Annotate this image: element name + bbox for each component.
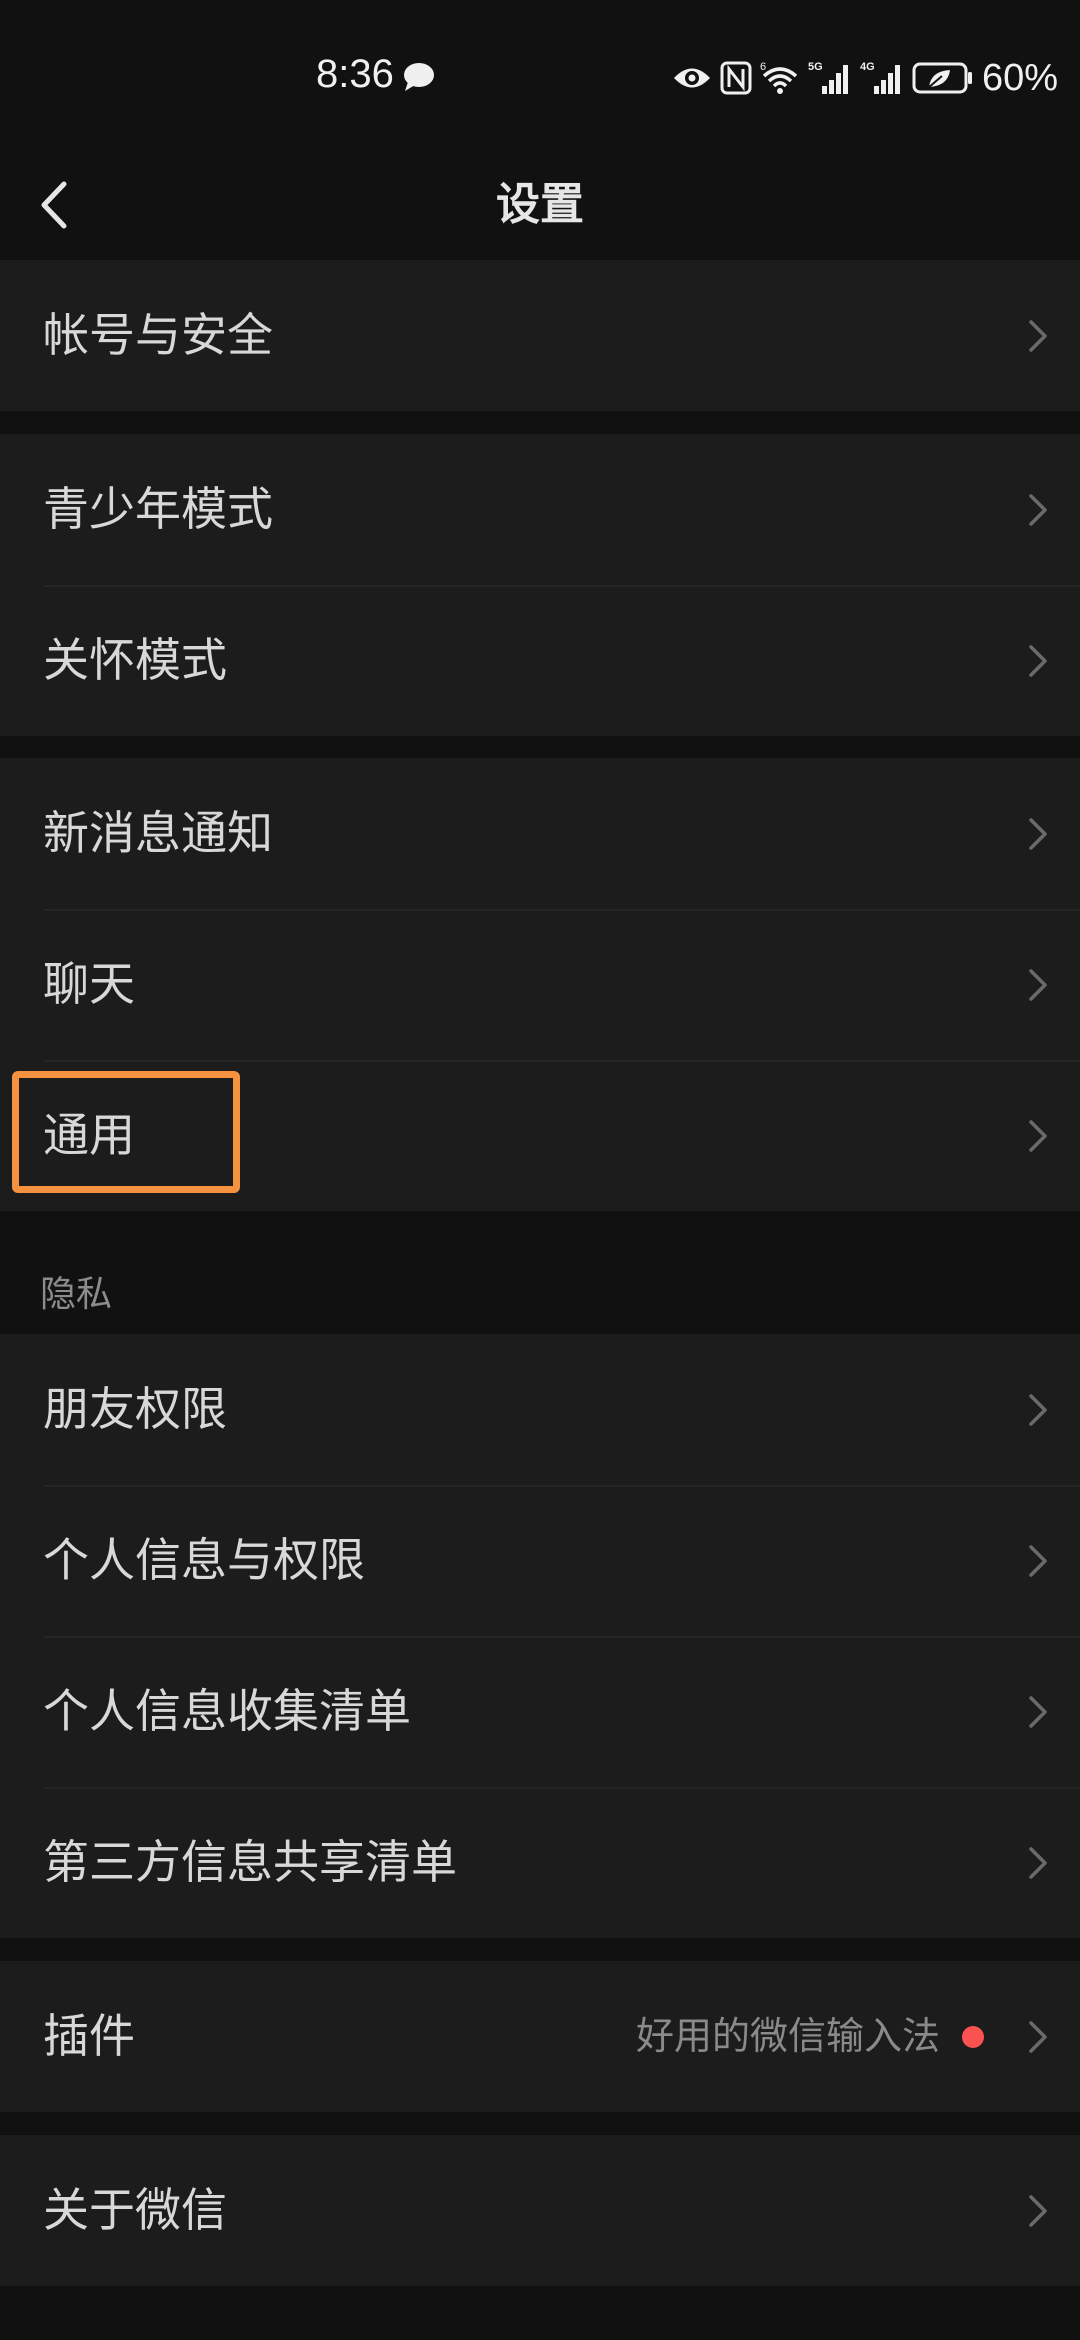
settings-row-general[interactable]: 通用 — [0, 1060, 1080, 1211]
chevron-right-icon — [1029, 818, 1047, 850]
row-label: 个人信息与权限 — [43, 1533, 365, 1587]
page-title: 设置 — [496, 179, 584, 230]
row-label: 新消息通知 — [43, 806, 273, 860]
settings-group-privacy: 朋友权限 个人信息与权限 个人信息收集清单 第三方信息共享清单 — [0, 1334, 1080, 1938]
chevron-right-icon — [1029, 1847, 1047, 1879]
settings-row-youth-mode[interactable]: 青少年模式 — [0, 434, 1080, 585]
chevron-right-icon — [1029, 1120, 1047, 1152]
signal-4g-icon: 4G — [860, 61, 900, 94]
row-label: 通用 — [43, 1108, 135, 1162]
chevron-right-icon — [1029, 969, 1047, 1001]
nfc-icon — [720, 61, 752, 95]
signal-5g-icon: 5G — [808, 61, 848, 94]
row-label: 聊天 — [43, 957, 135, 1011]
settings-row-plugins[interactable]: 插件 好用的微信输入法 — [0, 1961, 1080, 2112]
plugin-value: 好用的微信输入法 — [635, 2014, 940, 2058]
battery-percentage: 60% — [981, 56, 1058, 99]
chevron-right-icon — [1029, 320, 1047, 352]
settings-group-plugins: 插件 好用的微信输入法 — [0, 1961, 1080, 2112]
wifi-label: 6 — [760, 61, 766, 73]
settings-row-personal-info-collection[interactable]: 个人信息收集清单 — [0, 1636, 1080, 1787]
settings-group-modes: 青少年模式 关怀模式 — [0, 434, 1080, 736]
row-label: 第三方信息共享清单 — [43, 1835, 457, 1889]
chat-bubble-icon — [404, 63, 434, 91]
settings-row-about-wechat[interactable]: 关于微信 — [0, 2135, 1080, 2286]
chevron-right-icon — [1029, 645, 1047, 677]
row-label: 青少年模式 — [43, 482, 273, 536]
settings-row-account-security[interactable]: 帐号与安全 — [0, 260, 1080, 411]
status-time: 8:36 — [316, 52, 394, 96]
settings-group-about: 关于微信 — [0, 2135, 1080, 2286]
status-bar: 8:36 6 5G 4G 60% — [0, 0, 1080, 150]
section-header-privacy: 隐私 — [40, 1274, 113, 1315]
status-icons: 6 5G 4G 60% — [672, 56, 1058, 99]
row-label: 朋友权限 — [43, 1382, 227, 1436]
settings-row-friend-permissions[interactable]: 朋友权限 — [0, 1334, 1080, 1485]
settings-row-third-party-sharing[interactable]: 第三方信息共享清单 — [0, 1787, 1080, 1938]
battery-icon — [912, 62, 972, 94]
row-label: 插件 — [43, 2009, 135, 2063]
chevron-right-icon — [1029, 1545, 1047, 1577]
settings-group-general: 新消息通知 聊天 通用 — [0, 758, 1080, 1211]
chevron-right-icon — [1029, 1394, 1047, 1426]
network-1-label: 5G — [808, 61, 823, 73]
chevron-right-icon — [1029, 494, 1047, 526]
row-label: 个人信息收集清单 — [43, 1684, 411, 1738]
wifi-icon: 6 — [760, 61, 798, 94]
settings-row-new-message-notifications[interactable]: 新消息通知 — [0, 758, 1080, 909]
row-label: 帐号与安全 — [43, 308, 273, 362]
settings-group-account: 帐号与安全 — [0, 260, 1080, 411]
settings-row-care-mode[interactable]: 关怀模式 — [0, 585, 1080, 736]
row-label: 关于微信 — [43, 2183, 227, 2237]
chevron-right-icon — [1029, 2195, 1047, 2227]
settings-row-chat[interactable]: 聊天 — [0, 909, 1080, 1060]
notification-dot — [962, 2026, 984, 2048]
eye-icon — [673, 68, 710, 88]
row-label: 关怀模式 — [43, 633, 227, 687]
chevron-right-icon — [1029, 2021, 1047, 2053]
settings-row-personal-info-permissions[interactable]: 个人信息与权限 — [0, 1485, 1080, 1636]
nav-bar: 设置 — [0, 150, 1080, 260]
chevron-right-icon — [1029, 1696, 1047, 1728]
network-2-label: 4G — [860, 61, 875, 73]
